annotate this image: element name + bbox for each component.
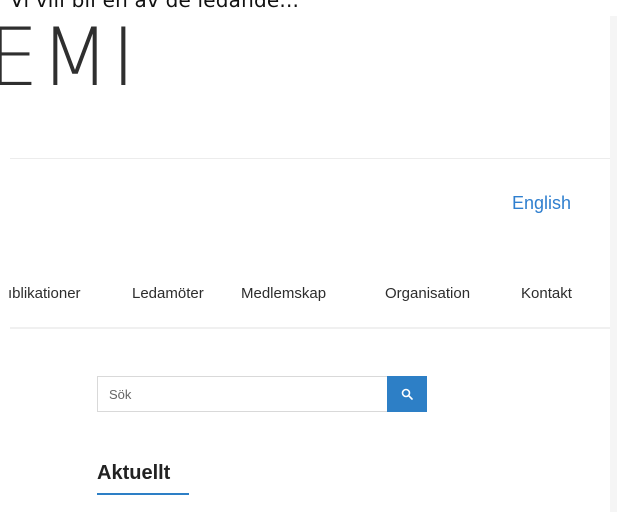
nav-item-kontakt[interactable]: Kontakt: [521, 282, 572, 306]
site-logo[interactable]: EMI: [0, 11, 200, 110]
nav-item-organisation[interactable]: Organisation: [385, 282, 470, 306]
main-navigation: ıblikationer Ledamöter Medlemskap Organi…: [0, 282, 617, 306]
logo-text: EMI: [0, 11, 138, 104]
section-heading-underline: [97, 493, 189, 495]
search-icon: [401, 388, 413, 400]
nav-divider: [10, 327, 610, 329]
nav-item-ledamoter[interactable]: Ledamöter: [132, 282, 204, 306]
page-edge: [610, 16, 617, 512]
header-divider: [10, 158, 610, 159]
nav-item-publikationer[interactable]: ıblikationer: [8, 282, 81, 306]
search-button[interactable]: [387, 376, 427, 412]
section-heading: Aktuellt: [97, 462, 171, 484]
search-input[interactable]: [98, 377, 388, 411]
search-bar: [97, 376, 427, 412]
nav-item-medlemskap[interactable]: Medlemskap: [241, 282, 326, 306]
language-link-english[interactable]: English: [512, 192, 571, 214]
